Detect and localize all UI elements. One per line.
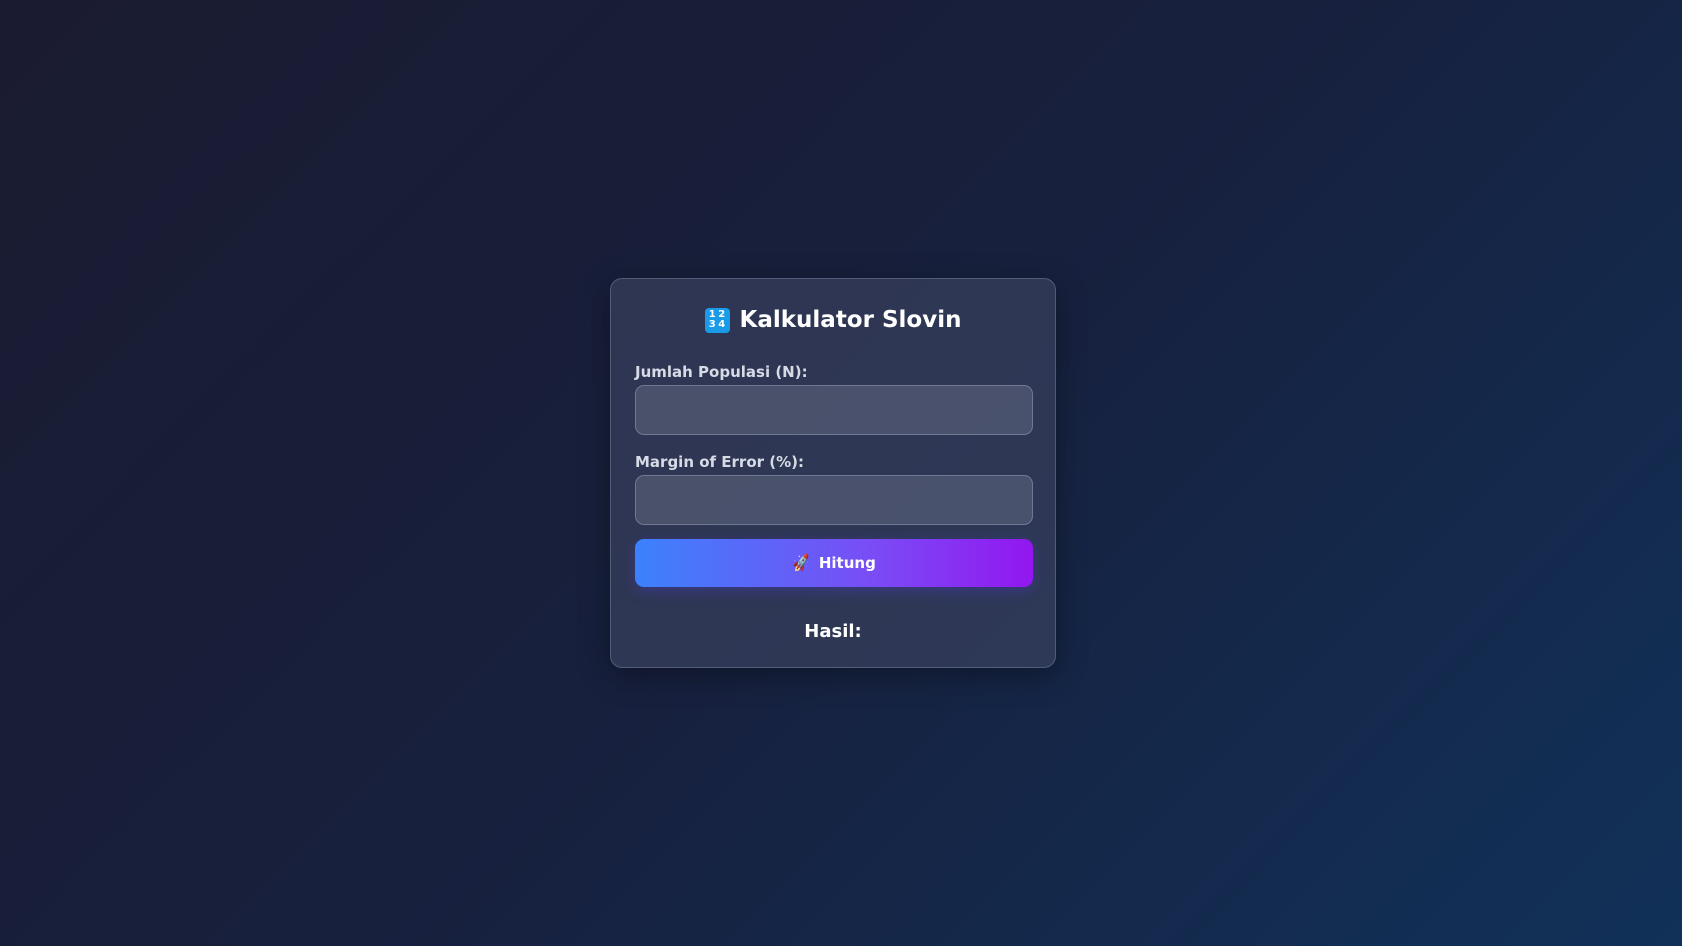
keycap-digit-3: 3 [708,319,716,331]
keycap-digit-4: 4 [718,319,726,331]
result-label: Hasil: [804,621,862,642]
population-input[interactable] [635,385,1033,435]
calculator-card: 1 2 3 4 Kalkulator Slovin Jumlah Populas… [610,278,1056,668]
calculate-button-label: Hitung [818,554,876,572]
keycap-digit-1: 1 [708,308,716,320]
keycap-digit-2: 2 [718,308,726,320]
population-label: Jumlah Populasi (N): [635,363,808,381]
page-title: 1 2 3 4 Kalkulator Slovin [611,307,1055,333]
calculate-button[interactable]: 🚀 Hitung [635,539,1033,587]
margin-error-input[interactable] [635,475,1033,525]
margin-error-label: Margin of Error (%): [635,453,804,471]
rocket-icon: 🚀 [790,552,813,574]
numbers-keycap-icon: 1 2 3 4 [704,307,730,333]
title-text: Kalkulator Slovin [739,307,962,333]
